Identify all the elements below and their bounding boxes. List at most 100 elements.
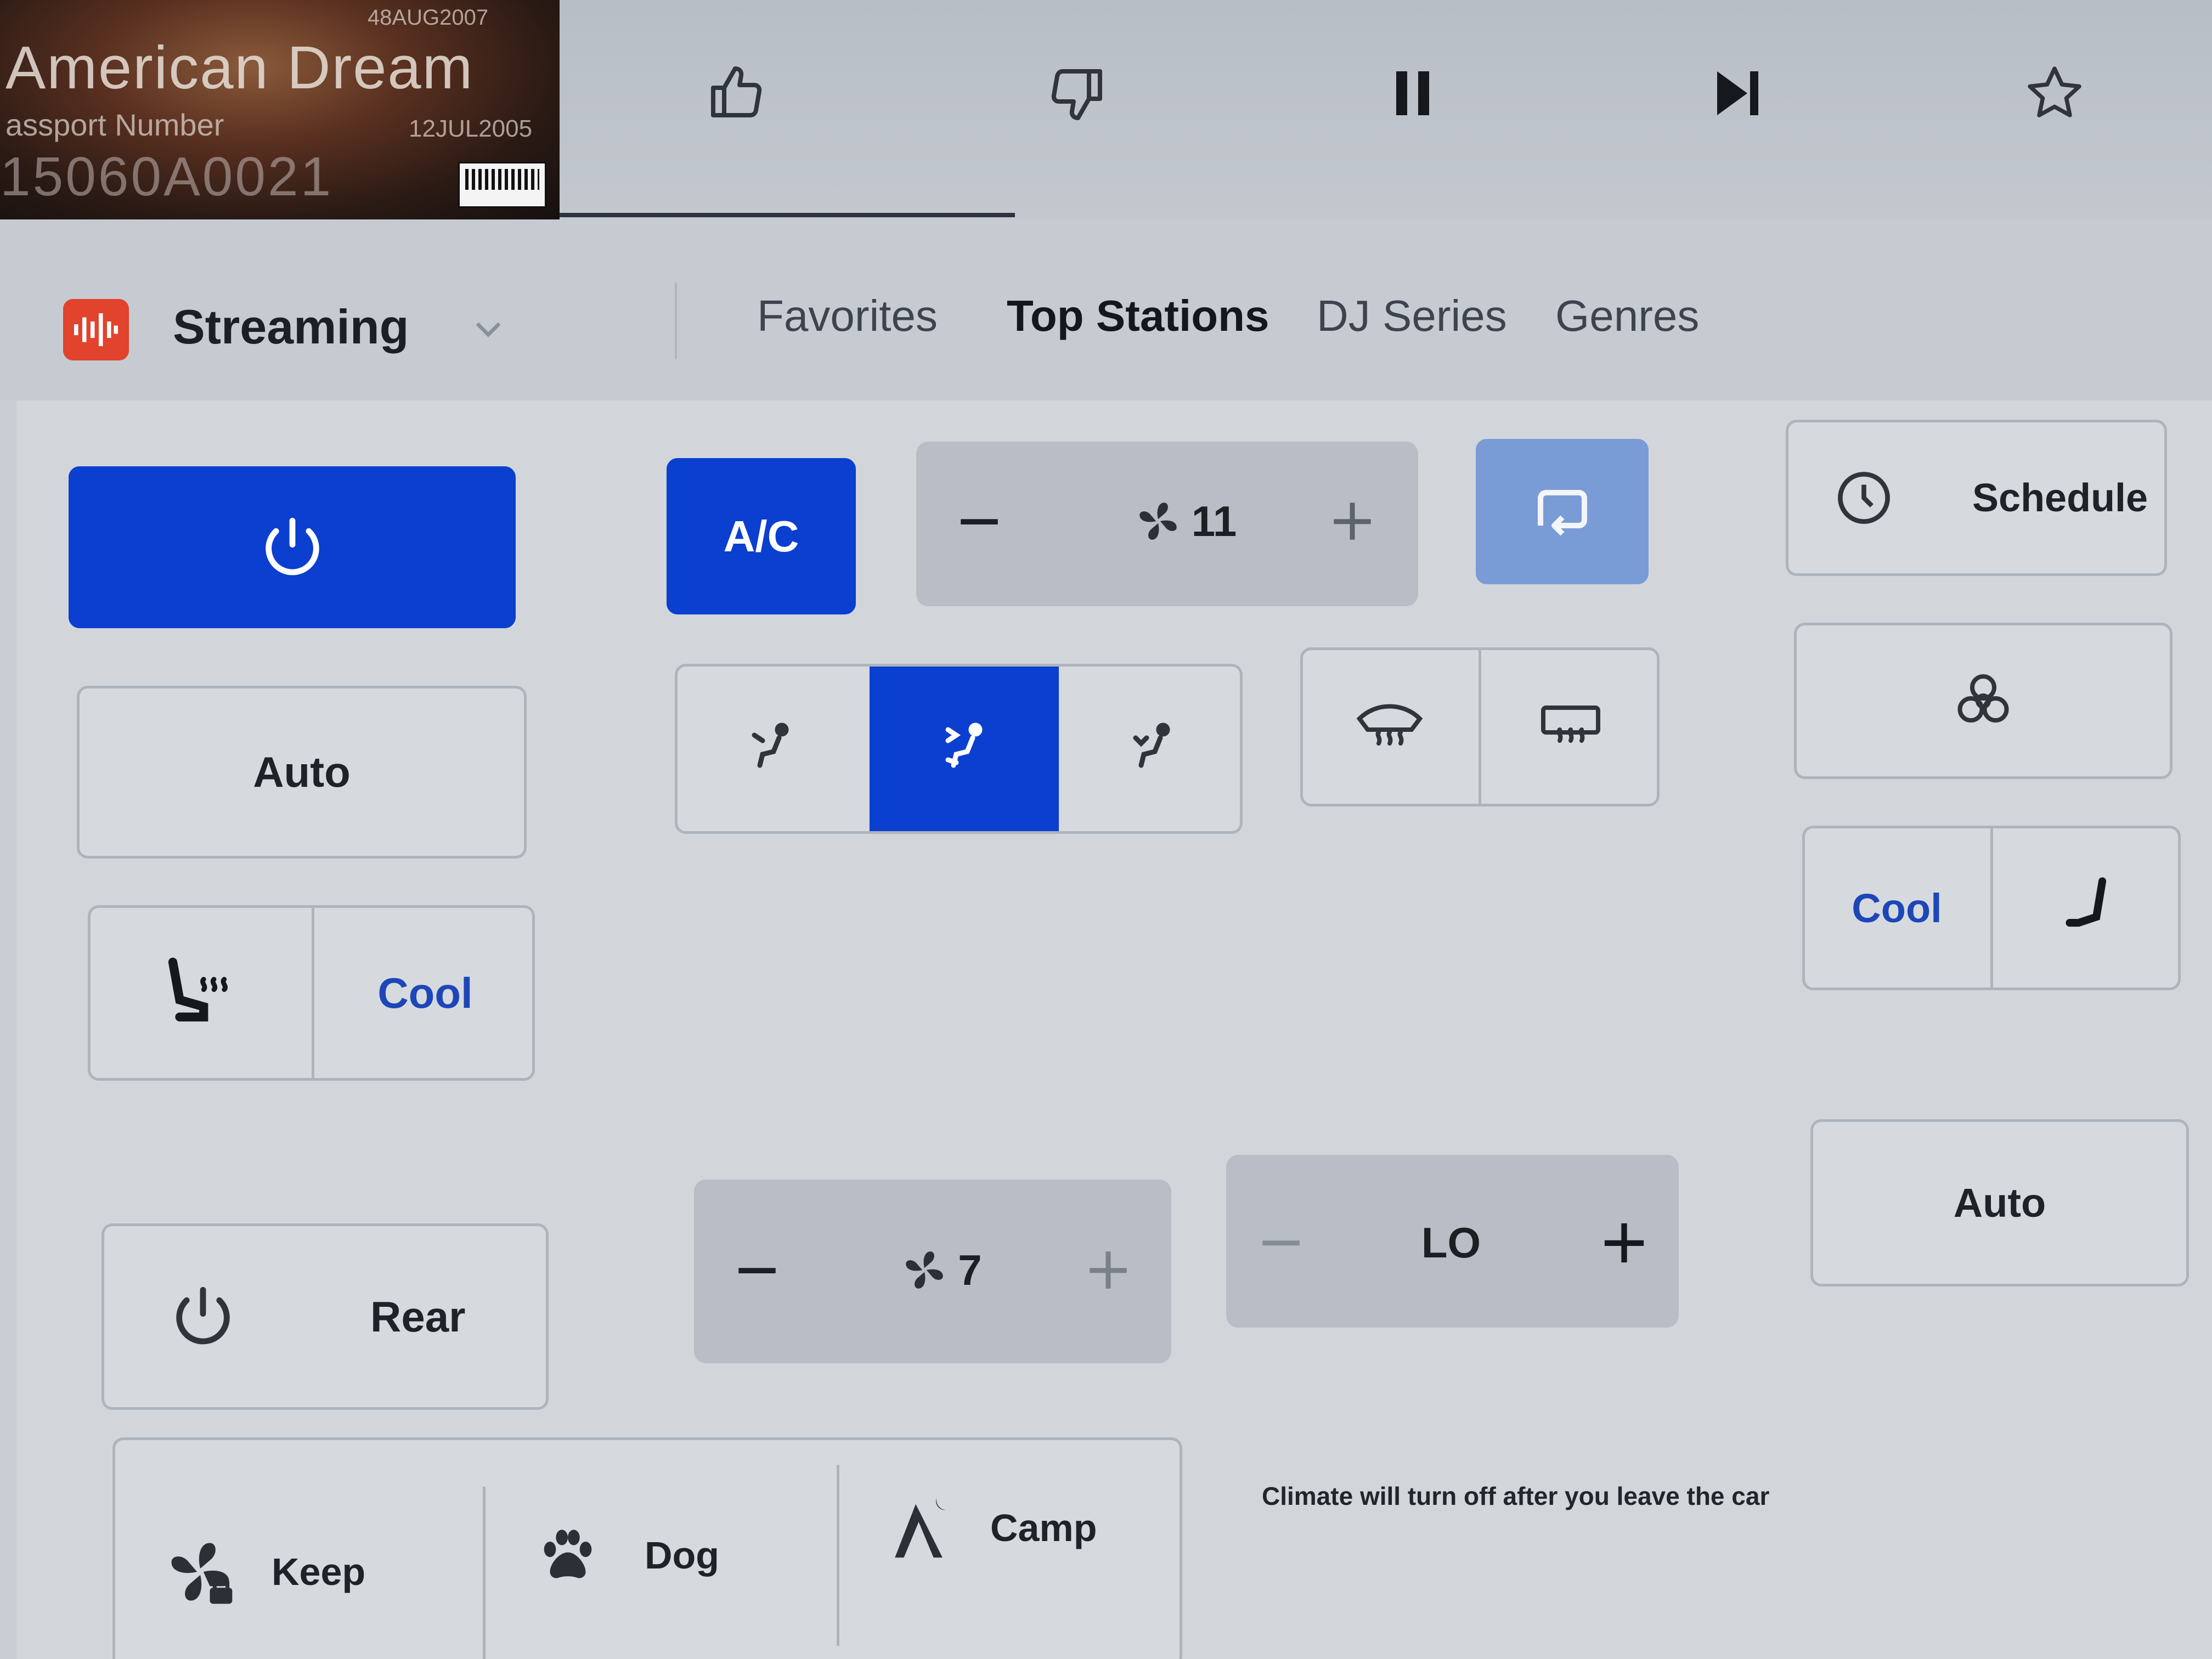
biohazard-icon xyxy=(1957,674,2009,723)
right-seat-divider xyxy=(1990,828,1993,988)
auto-button[interactable]: Auto xyxy=(77,686,527,859)
ac-label: A/C xyxy=(723,511,799,561)
tent-icon xyxy=(895,1498,946,1558)
plus-icon xyxy=(1604,1223,1644,1262)
rear-label: Rear xyxy=(370,1292,466,1341)
right-seat-heater-button[interactable] xyxy=(1994,826,2181,990)
left-seat-cool-label: Cool xyxy=(377,968,473,1017)
album-title-text: American Dream xyxy=(5,34,474,101)
seat-heat-icon xyxy=(168,957,228,1022)
front-fan-stepper: 11 xyxy=(916,442,1418,606)
paw-icon xyxy=(544,1530,592,1578)
airflow-feet-button[interactable] xyxy=(1062,664,1243,834)
left-seat-divider xyxy=(312,908,314,1078)
airflow-feet-icon xyxy=(1133,723,1170,768)
tab-favorites[interactable]: Favorites xyxy=(757,291,938,341)
plus-icon xyxy=(1090,1251,1127,1289)
schedule-label: Schedule xyxy=(1972,476,2148,520)
climate-power-button[interactable] xyxy=(69,466,516,628)
left-seat-heater-button[interactable] xyxy=(88,905,313,1081)
fan-icon xyxy=(906,1251,944,1289)
pause-icon xyxy=(1396,71,1429,115)
clock-icon xyxy=(1838,472,1890,524)
advisory-label xyxy=(458,162,546,208)
rear-defrost-button[interactable] xyxy=(1481,647,1660,806)
front-fan-display: 11 xyxy=(1114,475,1256,568)
album-top-code: 48AUG2007 xyxy=(368,5,489,30)
album-art[interactable]: 48AUG2007 American Dream assport Number … xyxy=(0,0,560,219)
streaming-source-icon[interactable] xyxy=(63,299,129,360)
right-seat-cool-button[interactable]: Cool xyxy=(1802,826,1991,990)
rear-fan-level: 7 xyxy=(958,1245,982,1294)
thumbs-down-icon xyxy=(1051,69,1102,120)
airflow-face-button[interactable] xyxy=(675,664,867,834)
fan-lock-icon xyxy=(171,1543,233,1604)
dog-mode-button[interactable]: Dog xyxy=(486,1465,837,1646)
rear-fan-decrease-button[interactable] xyxy=(710,1223,804,1317)
favorite-star-button[interactable] xyxy=(2016,55,2093,132)
minus-icon xyxy=(961,519,998,524)
ac-button[interactable]: A/C xyxy=(667,458,856,614)
minus-icon xyxy=(738,1268,776,1273)
minus-icon xyxy=(1262,1240,1300,1246)
rear-fan-stepper: 7 xyxy=(694,1180,1171,1363)
rear-temp-decrease-button[interactable] xyxy=(1237,1196,1325,1289)
auto-label: Auto xyxy=(253,748,351,796)
thumbs-up-button[interactable] xyxy=(697,55,774,132)
rear-fan-display: 7 xyxy=(881,1223,1001,1317)
skip-next-icon xyxy=(1717,71,1758,115)
front-fan-decrease-button[interactable] xyxy=(933,475,1026,568)
front-defrost-button[interactable] xyxy=(1300,647,1479,806)
recirculate-button[interactable] xyxy=(1476,439,1649,584)
schedule-button[interactable]: Schedule xyxy=(1786,420,2167,576)
bioweapon-defense-button[interactable] xyxy=(1794,623,2172,779)
media-bar: 48AUG2007 American Dream assport Number … xyxy=(0,0,2212,219)
rear-temp-increase-button[interactable] xyxy=(1580,1196,1668,1289)
right-seat-cool-label: Cool xyxy=(1852,885,1942,931)
front-defrost-icon xyxy=(1356,704,1423,746)
dog-label: Dog xyxy=(645,1534,720,1577)
rear-defrost-icon xyxy=(1541,706,1600,743)
seat-icon xyxy=(2066,877,2107,927)
recirculate-icon xyxy=(1537,489,1587,536)
pause-button[interactable] xyxy=(1374,55,1451,132)
playback-progress[interactable] xyxy=(560,213,1015,217)
defrost-divider xyxy=(1479,650,1481,804)
front-fan-level: 11 xyxy=(1191,496,1237,545)
screen: 48AUG2007 American Dream assport Number … xyxy=(0,0,2212,1659)
star-icon xyxy=(2028,66,2081,117)
climate-off-note: Climate will turn off after you leave th… xyxy=(1262,1482,1770,1510)
album-passport-label: assport Number xyxy=(5,108,224,142)
tab-genres[interactable]: Genres xyxy=(1555,291,1699,341)
fan-icon xyxy=(1139,503,1177,540)
tab-top-stations[interactable]: Top Stations xyxy=(1007,291,1269,341)
front-fan-increase-button[interactable] xyxy=(1306,475,1399,568)
power-icon xyxy=(176,1286,230,1345)
thumbs-down-button[interactable] xyxy=(1040,55,1116,132)
power-icon xyxy=(265,517,319,575)
keep-label: Keep xyxy=(272,1550,366,1593)
rear-auto-button[interactable]: Auto xyxy=(1810,1119,2189,1286)
airflow-face-icon xyxy=(752,723,789,768)
thumbs-up-icon xyxy=(711,66,762,117)
source-label[interactable]: Streaming xyxy=(173,299,409,355)
nav-divider xyxy=(675,283,677,359)
left-seat-cool-button[interactable]: Cool xyxy=(315,905,535,1081)
camp-label: Camp xyxy=(990,1506,1097,1549)
camp-mode-button[interactable]: Camp xyxy=(839,1437,1182,1618)
rear-temp-value: LO xyxy=(1421,1218,1481,1267)
plus-icon xyxy=(1334,503,1371,540)
keep-mode-button[interactable]: Keep xyxy=(112,1481,483,1659)
tab-dj-series[interactable]: DJ Series xyxy=(1317,291,1507,341)
rear-temp-stepper: LO xyxy=(1226,1155,1679,1328)
rear-climate-power-button[interactable]: Rear xyxy=(101,1223,549,1410)
rear-fan-increase-button[interactable] xyxy=(1062,1223,1155,1317)
airflow-face-feet-button[interactable] xyxy=(870,667,1059,831)
album-passport-number: 15060A0021 xyxy=(0,146,334,207)
audio-waveform-icon xyxy=(74,313,118,346)
album-issue-date: 12JUL2005 xyxy=(409,115,533,142)
rear-auto-label: Auto xyxy=(1953,1180,2046,1226)
chevron-down-icon[interactable] xyxy=(466,307,510,351)
next-track-button[interactable] xyxy=(1698,55,1775,132)
airflow-face-feet-icon xyxy=(945,723,982,768)
